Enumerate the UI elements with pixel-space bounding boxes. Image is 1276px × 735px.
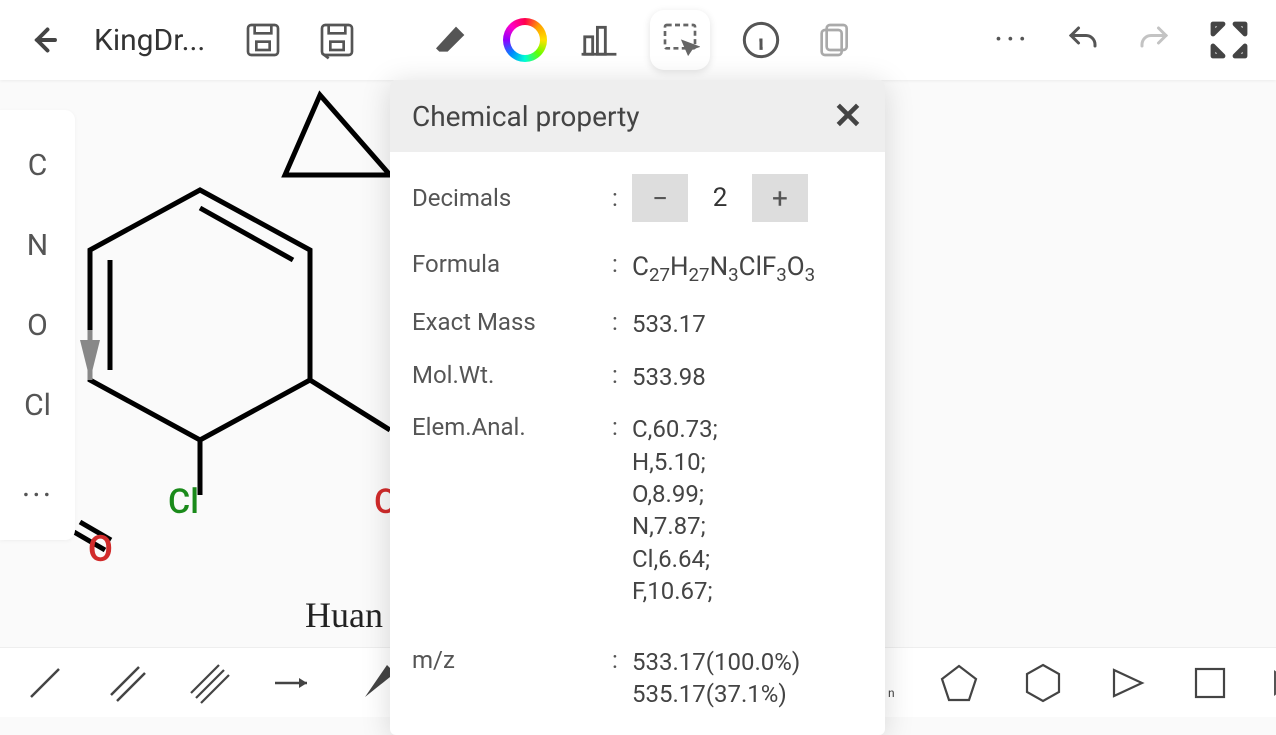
copy-pages-button[interactable]: [812, 17, 858, 63]
element-o[interactable]: O: [0, 285, 75, 365]
square-tool[interactable]: [1190, 658, 1230, 708]
element-n[interactable]: N: [0, 205, 75, 285]
decimals-minus-button[interactable]: −: [632, 174, 688, 222]
element-more[interactable]: ...: [0, 445, 75, 525]
back-button[interactable]: [20, 17, 66, 63]
more-button[interactable]: ···: [989, 17, 1035, 63]
element-c[interactable]: C: [0, 125, 75, 205]
undo-button[interactable]: [1060, 17, 1106, 63]
svg-text:n: n: [888, 686, 895, 700]
molwt-label: Mol.Wt.: [412, 361, 612, 393]
chart-button[interactable]: [576, 17, 622, 63]
popup-header: Chemical property ✕: [390, 80, 885, 152]
benzene-tool[interactable]: [1022, 658, 1064, 708]
decimals-control: − 2 +: [632, 174, 808, 222]
formula-value: C27H27N3ClF3O3: [632, 250, 863, 288]
atom-label-o: O: [88, 528, 113, 570]
mz-value: 533.17(100.0%) 535.17(37.1%): [632, 646, 863, 711]
decimals-value: 2: [692, 174, 748, 222]
chemical-property-panel: Chemical property ✕ Decimals : − 2 + For…: [390, 80, 885, 735]
eraser-button[interactable]: [428, 17, 474, 63]
top-toolbar: KingDr... ···: [0, 0, 1276, 80]
app-title: KingDr...: [94, 23, 205, 58]
lasso-select-button[interactable]: [650, 10, 710, 70]
canvas-text-label: Huan: [305, 594, 383, 636]
single-bond-tool[interactable]: [25, 658, 65, 708]
elem-anal-label: Elem.Anal.: [412, 413, 612, 607]
info-button[interactable]: [738, 17, 784, 63]
formula-label: Formula: [412, 250, 612, 288]
arrow-bond-tool[interactable]: [271, 658, 317, 708]
decimals-plus-button[interactable]: +: [752, 174, 808, 222]
popup-title: Chemical property: [412, 100, 833, 133]
triple-bond-tool[interactable]: [189, 658, 229, 708]
molwt-value: 533.98: [632, 361, 863, 393]
atom-label-cl: Cl: [168, 482, 199, 522]
fullscreen-button[interactable]: [1202, 13, 1256, 67]
color-ring-icon: [503, 18, 547, 62]
save-button[interactable]: [240, 17, 286, 63]
cyclopentane-tool[interactable]: [938, 658, 980, 708]
scroll-right-button[interactable]: [1272, 658, 1276, 708]
popup-close-button[interactable]: ✕: [833, 95, 863, 137]
color-picker-button[interactable]: [502, 17, 548, 63]
mz-label: m/z: [412, 646, 612, 711]
decimals-label: Decimals: [412, 184, 612, 212]
triangle-tool[interactable]: [1106, 658, 1148, 708]
save-as-button[interactable]: [314, 17, 360, 63]
element-palette: C N O Cl ...: [0, 110, 75, 540]
redo-button[interactable]: [1131, 17, 1177, 63]
element-cl[interactable]: Cl: [0, 365, 75, 445]
elem-anal-value: C,60.73; H,5.10; O,8.99; N,7.87; Cl,6.64…: [632, 413, 863, 607]
exact-mass-value: 533.17: [632, 308, 863, 340]
double-bond-tool[interactable]: [107, 658, 147, 708]
exact-mass-label: Exact Mass: [412, 308, 612, 340]
